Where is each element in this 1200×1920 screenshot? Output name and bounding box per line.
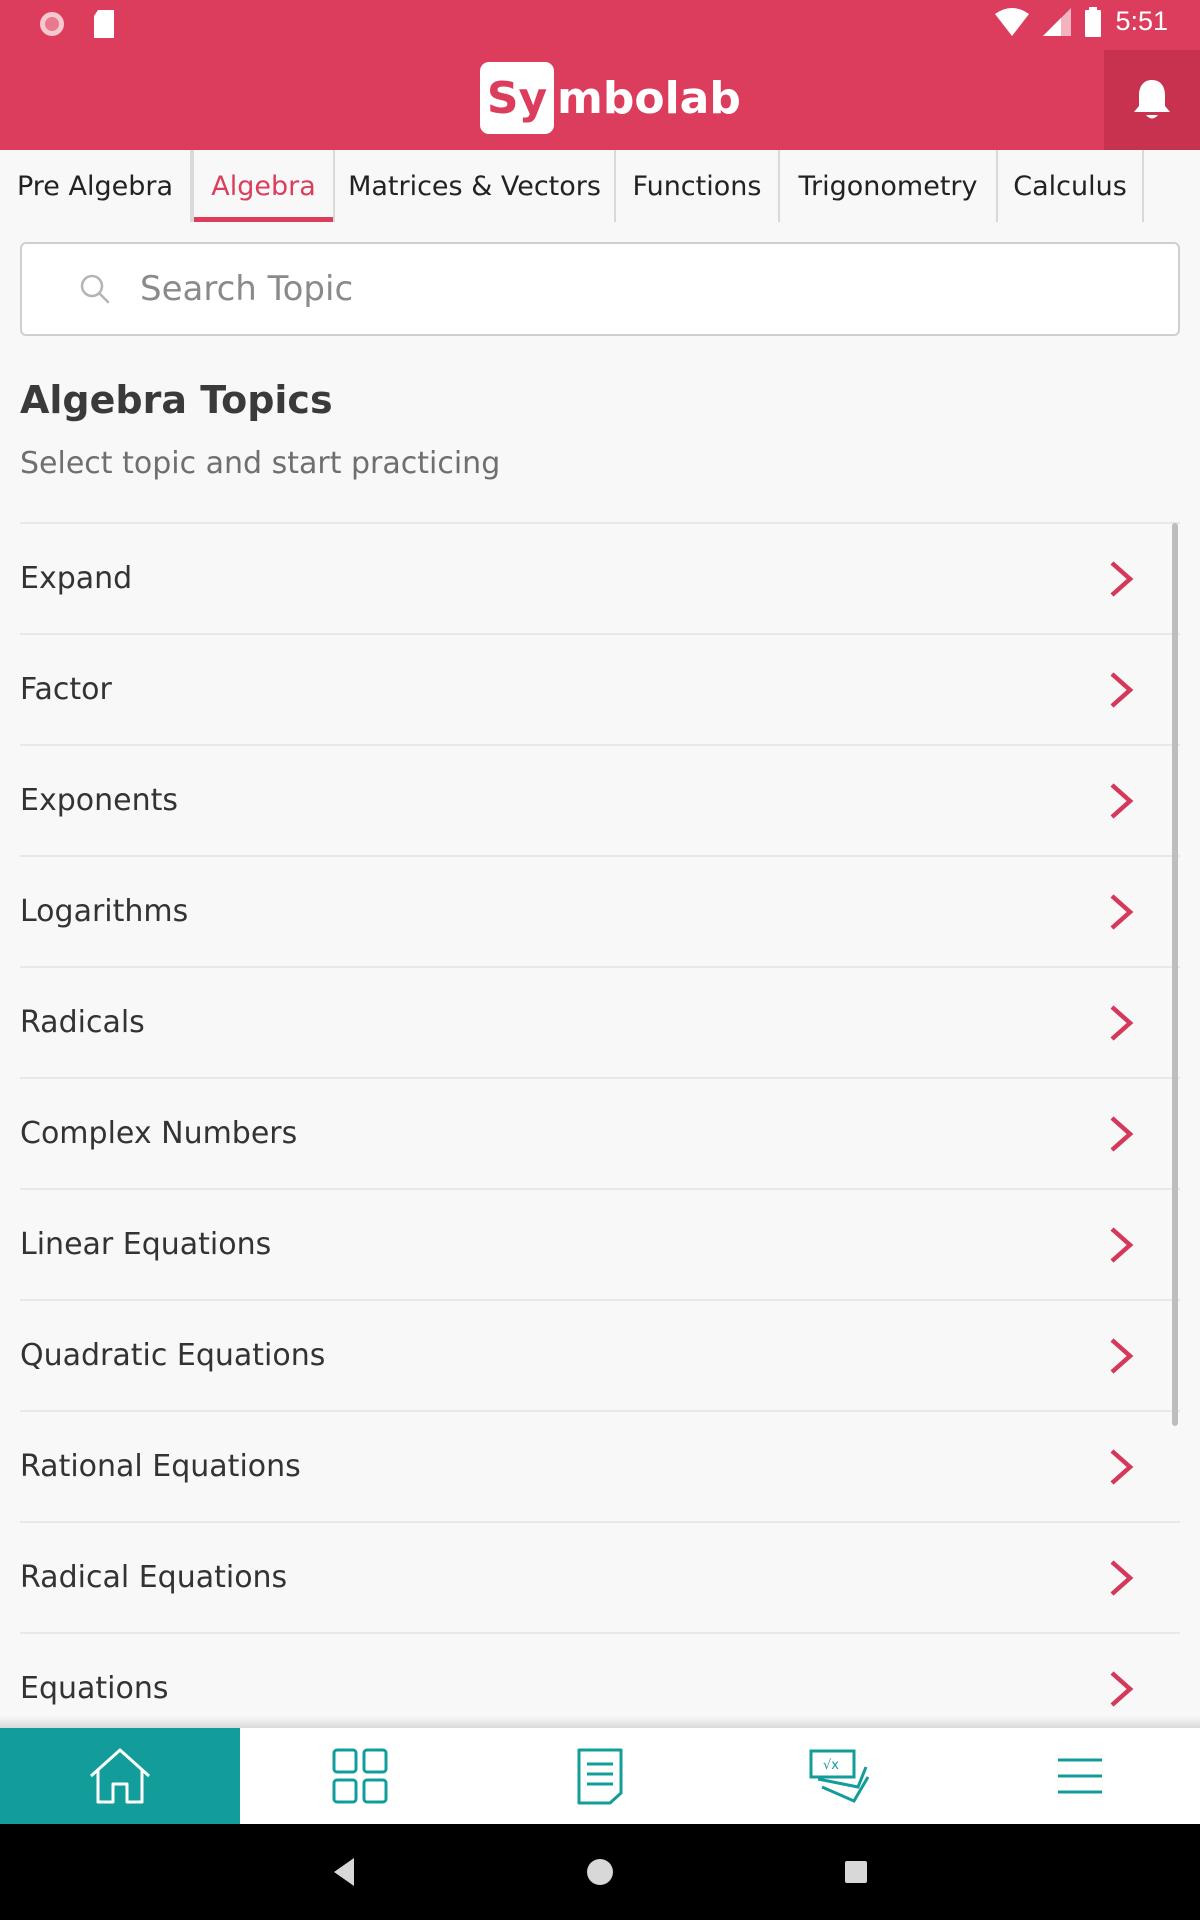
chevron-right-icon <box>1110 1448 1134 1485</box>
tab-functions[interactable]: Functions <box>616 150 780 222</box>
nav-notes[interactable] <box>480 1728 720 1824</box>
list-item[interactable]: Radicals <box>20 966 1180 1077</box>
topic-label: Complex Numbers <box>20 1116 298 1151</box>
practice-icon: √x <box>809 1749 870 1803</box>
system-nav-bar <box>0 1824 1200 1920</box>
topic-label: Radicals <box>20 1005 145 1040</box>
tab-calculus[interactable]: Calculus <box>998 150 1144 222</box>
search-input[interactable] <box>140 269 1040 309</box>
list-item[interactable]: Linear Equations <box>20 1188 1180 1299</box>
page-title: Algebra Topics <box>20 378 333 422</box>
topic-list: Expand Factor Exponents Logarithms Radic… <box>20 522 1180 1743</box>
logo-text: mbolab <box>557 72 741 124</box>
home-circle-icon[interactable] <box>586 1852 614 1892</box>
recents-icon[interactable] <box>842 1852 870 1892</box>
list-scrollbar[interactable] <box>1172 523 1178 1426</box>
status-bar: 5:51 <box>0 0 1200 50</box>
chevron-right-icon <box>1110 1559 1134 1596</box>
back-icon[interactable] <box>330 1852 358 1892</box>
bottom-nav: √x <box>0 1728 1200 1824</box>
topic-label: Equations <box>20 1671 169 1706</box>
topic-label: Factor <box>20 672 112 707</box>
bell-icon <box>1134 80 1170 119</box>
notifications-button[interactable] <box>1104 50 1200 150</box>
tab-trigonometry[interactable]: Trigonometry <box>780 150 998 222</box>
notes-icon <box>577 1748 623 1805</box>
list-item[interactable]: Logarithms <box>20 855 1180 966</box>
tab-pre-algebra[interactable]: Pre Algebra <box>0 150 192 222</box>
list-item[interactable]: Expand <box>20 522 1180 633</box>
chevron-right-icon <box>1110 1670 1134 1707</box>
home-icon <box>89 1748 151 1804</box>
wifi-icon <box>995 7 1030 36</box>
chevron-right-icon <box>1110 560 1134 597</box>
notification-icon <box>40 12 64 36</box>
topic-label: Rational Equations <box>20 1449 301 1484</box>
nav-practice[interactable]: √x <box>720 1728 960 1824</box>
list-item[interactable]: Quadratic Equations <box>20 1299 1180 1410</box>
symbolab-logo[interactable]: Sy mbolab <box>480 62 741 134</box>
nav-topics[interactable] <box>240 1728 480 1824</box>
list-item[interactable]: Complex Numbers <box>20 1077 1180 1188</box>
list-item[interactable]: Exponents <box>20 744 1180 855</box>
chevron-right-icon <box>1110 1226 1134 1263</box>
chevron-right-icon <box>1110 671 1134 708</box>
svg-text:√x: √x <box>823 1758 839 1773</box>
nav-home[interactable] <box>0 1728 240 1824</box>
search-box[interactable] <box>20 242 1180 336</box>
grid-icon <box>332 1748 388 1804</box>
topic-tabs: Pre Algebra Algebra Matrices & Vectors F… <box>0 150 1200 222</box>
app-header: Sy mbolab <box>0 50 1200 150</box>
nav-menu[interactable] <box>960 1728 1200 1824</box>
status-time: 5:51 <box>1115 6 1168 36</box>
logo-box: Sy <box>480 62 554 134</box>
search-icon <box>80 274 110 304</box>
bottom-nav-shadow <box>0 1716 1200 1728</box>
topic-label: Radical Equations <box>20 1560 288 1595</box>
topic-label: Linear Equations <box>20 1227 272 1262</box>
chevron-right-icon <box>1110 1115 1134 1152</box>
page-subtitle: Select topic and start practicing <box>20 446 501 481</box>
list-item[interactable]: Factor <box>20 633 1180 744</box>
menu-icon <box>1058 1758 1102 1794</box>
topic-label: Quadratic Equations <box>20 1338 326 1373</box>
chevron-right-icon <box>1110 782 1134 819</box>
tab-matrices-vectors[interactable]: Matrices & Vectors <box>335 150 616 222</box>
list-item[interactable]: Rational Equations <box>20 1410 1180 1521</box>
chevron-right-icon <box>1110 1004 1134 1041</box>
chevron-right-icon <box>1110 893 1134 930</box>
topic-label: Logarithms <box>20 894 189 929</box>
tab-algebra[interactable]: Algebra <box>192 150 335 222</box>
topic-label: Exponents <box>20 783 178 818</box>
battery-icon <box>1085 6 1102 37</box>
sd-card-icon <box>94 10 114 38</box>
signal-icon <box>1043 7 1072 36</box>
topic-label: Expand <box>20 561 133 596</box>
list-item[interactable]: Radical Equations <box>20 1521 1180 1632</box>
chevron-right-icon <box>1110 1337 1134 1374</box>
